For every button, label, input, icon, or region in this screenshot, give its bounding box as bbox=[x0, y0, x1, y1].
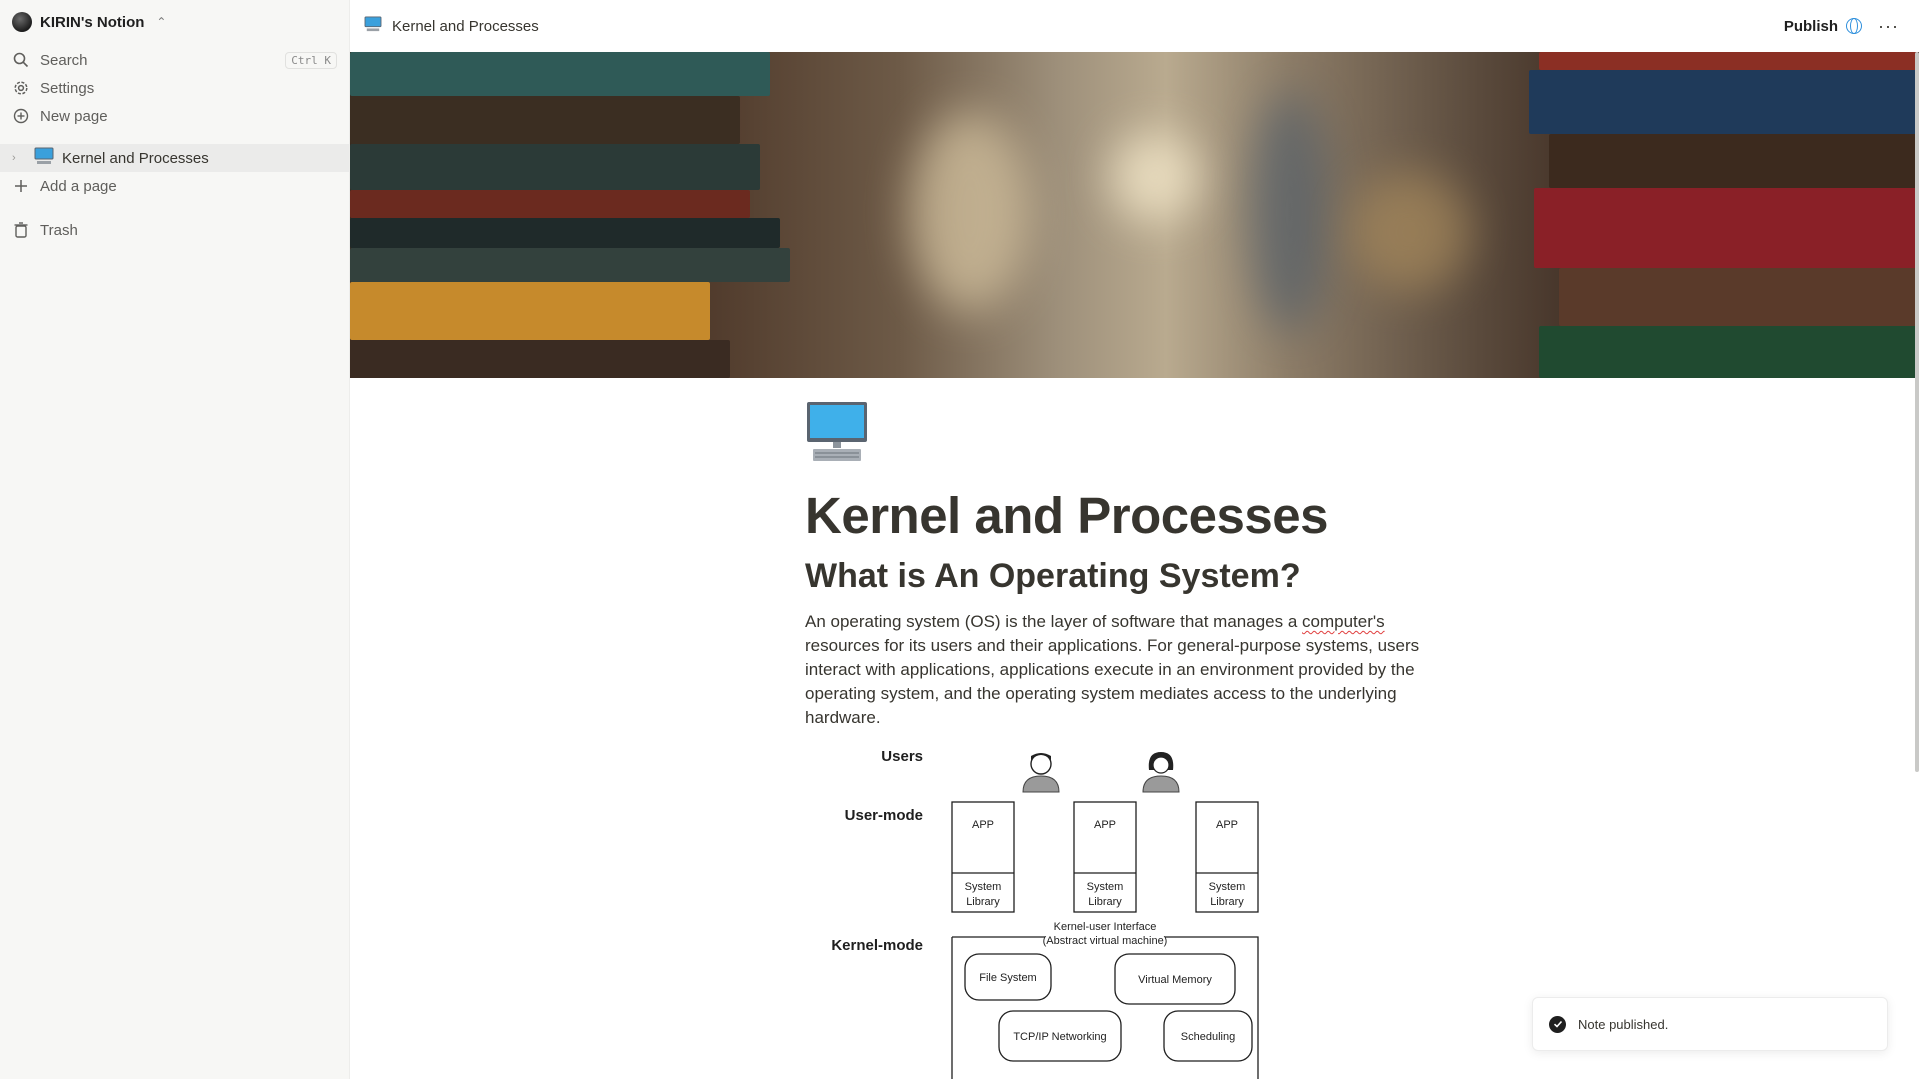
app-column-1: APP System Library bbox=[951, 801, 1015, 913]
section-heading[interactable]: What is An Operating System? bbox=[805, 557, 1425, 596]
lib-label: Library bbox=[1210, 896, 1244, 908]
desktop-computer-icon bbox=[34, 147, 54, 169]
search-icon bbox=[12, 51, 30, 69]
publish-button[interactable]: Publish bbox=[1783, 17, 1863, 35]
shortcut-badge: Ctrl K bbox=[285, 51, 337, 69]
sidebar-item-label: Settings bbox=[40, 79, 95, 97]
sidebar-item-kernel-and-processes[interactable]: › Kernel and Processes bbox=[0, 144, 349, 172]
breadcrumb[interactable]: Kernel and Processes bbox=[364, 16, 539, 36]
os-diagram: .lbl { font: bold 15px "Liberation Sans"… bbox=[831, 748, 1259, 1079]
user-male-icon bbox=[1022, 753, 1060, 793]
desktop-computer-icon[interactable] bbox=[805, 400, 869, 464]
interface-label: Kernel-user Interface bbox=[1054, 921, 1157, 933]
workspace-avatar bbox=[12, 12, 32, 32]
sidebar-item-label: Kernel and Processes bbox=[62, 149, 209, 167]
cover-image bbox=[350, 52, 1919, 378]
lib-label: System bbox=[965, 881, 1002, 893]
sidebar-item-search[interactable]: Search Ctrl K bbox=[0, 46, 349, 74]
desktop-computer-icon bbox=[364, 16, 382, 36]
page-title[interactable]: Kernel and Processes bbox=[805, 486, 1425, 545]
sidebar-item-label: Search bbox=[40, 51, 88, 69]
lib-label: Library bbox=[1088, 896, 1122, 908]
kernel-box-label: File System bbox=[979, 972, 1036, 984]
app-label: APP bbox=[1094, 819, 1116, 831]
kernel-box-label: Virtual Memory bbox=[1138, 974, 1212, 986]
kernel-box-virtual-memory: Virtual Memory bbox=[1114, 953, 1236, 1005]
app-label: APP bbox=[972, 819, 994, 831]
sidebar-item-label: New page bbox=[40, 107, 108, 125]
kernel-box-file-system: File System bbox=[964, 953, 1052, 1001]
kernel-box-tcp-ip: TCP/IP Networking bbox=[998, 1010, 1122, 1062]
more-options-icon[interactable]: ··· bbox=[1878, 16, 1899, 37]
check-circle-icon bbox=[1549, 1015, 1566, 1033]
publish-label: Publish bbox=[1783, 17, 1839, 35]
sidebar-item-add-page[interactable]: Add a page bbox=[0, 172, 349, 200]
paragraph-text: An operating system (OS) is the layer of… bbox=[805, 612, 1303, 631]
workspace-switcher[interactable]: KIRIN's Notion ⌃ bbox=[0, 0, 349, 44]
sidebar-item-new-page[interactable]: New page bbox=[0, 102, 349, 130]
interface-label: (Abstract virtual machine) bbox=[1043, 935, 1168, 947]
sidebar-item-settings[interactable]: Settings bbox=[0, 74, 349, 102]
sidebar-item-label: Add a page bbox=[40, 177, 117, 195]
lib-label: Library bbox=[966, 896, 1000, 908]
plus-icon bbox=[12, 177, 30, 195]
app-column-3: APP System Library bbox=[1195, 801, 1259, 913]
kernel-box-scheduling: Scheduling bbox=[1163, 1010, 1253, 1062]
paragraph-text: resources for its users and their applic… bbox=[805, 636, 1420, 727]
trash-icon bbox=[12, 221, 30, 239]
sidebar: KIRIN's Notion ⌃ Search Ctrl K Settings … bbox=[0, 0, 350, 1079]
kernel-box-label: TCP/IP Networking bbox=[1013, 1031, 1106, 1043]
chevron-updown-icon: ⌃ bbox=[156, 15, 167, 29]
page-content: Kernel and Processes What is An Operatin… bbox=[805, 400, 1425, 1079]
globe-icon bbox=[1846, 18, 1863, 34]
gear-icon bbox=[12, 79, 30, 97]
lib-label: System bbox=[1209, 881, 1246, 893]
scrollbar[interactable] bbox=[1915, 52, 1919, 772]
misspelled-word: computer's bbox=[1302, 612, 1385, 631]
chevron-right-icon[interactable]: › bbox=[12, 152, 26, 164]
paragraph[interactable]: An operating system (OS) is the layer of… bbox=[805, 610, 1425, 730]
breadcrumb-label: Kernel and Processes bbox=[392, 17, 539, 35]
toast-notification: Note published. bbox=[1532, 997, 1888, 1051]
kernel-box-label: Scheduling bbox=[1181, 1031, 1235, 1043]
user-female-icon bbox=[1142, 752, 1180, 793]
sidebar-item-label: Trash bbox=[40, 221, 78, 239]
plus-circle-icon bbox=[12, 107, 30, 125]
app-label: APP bbox=[1216, 819, 1238, 831]
sidebar-item-trash[interactable]: Trash bbox=[0, 216, 349, 244]
workspace-name: KIRIN's Notion bbox=[40, 13, 145, 31]
row-label-user-mode: User-mode bbox=[845, 807, 923, 824]
topbar: Kernel and Processes Publish ··· bbox=[350, 0, 1919, 52]
row-label-kernel-mode: Kernel-mode bbox=[831, 937, 923, 954]
toast-message: Note published. bbox=[1578, 1016, 1669, 1032]
lib-label: System bbox=[1087, 881, 1124, 893]
app-column-2: APP System Library bbox=[1073, 801, 1137, 913]
row-label-users: Users bbox=[881, 748, 923, 765]
